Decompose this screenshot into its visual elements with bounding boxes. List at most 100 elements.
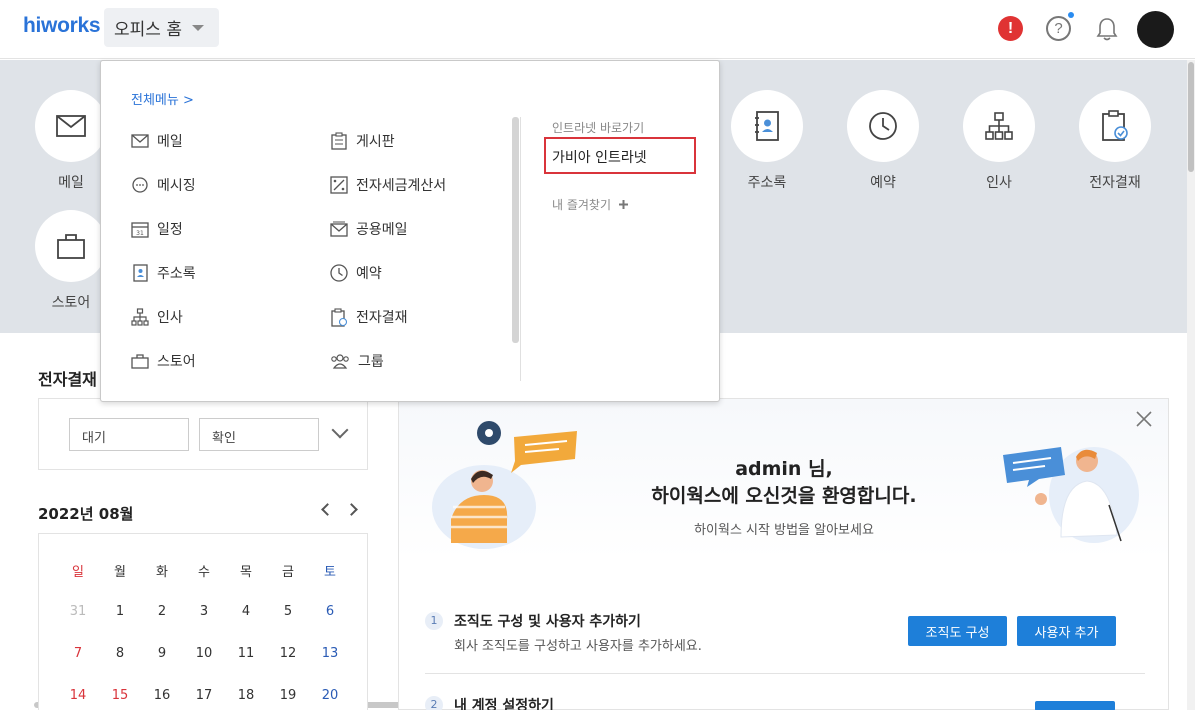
calendar-day[interactable]: 18 [231, 688, 261, 703]
menu-item-label: 메일 [157, 134, 183, 150]
app-label: 인사 [986, 175, 1012, 191]
approval-widget: 대기 확인 [38, 398, 368, 470]
welcome-panel: admin 님, 하이웍스에 오신것을 환영합니다. 하이웍스 시작 방법을 알… [398, 398, 1169, 710]
weekday-tue: 화 [156, 565, 168, 580]
approval-pending-select[interactable]: 대기 [69, 418, 189, 451]
menu-item-label: 그룹 [358, 354, 384, 370]
account-settings-button[interactable] [1035, 701, 1115, 710]
calendar-day[interactable]: 9 [147, 646, 177, 661]
app-label: 예약 [870, 175, 896, 191]
avatar[interactable] [1137, 11, 1174, 48]
menu-item-schedule[interactable]: 31 일정 [131, 219, 183, 239]
menu-item-messaging[interactable]: 메시징 [131, 175, 196, 195]
scrollbar-thumb[interactable] [1188, 62, 1194, 172]
weekday-fri: 금 [282, 565, 294, 580]
calendar-day[interactable]: 31 [63, 604, 93, 619]
man-illustration [1003, 447, 1139, 543]
approval-icon [1079, 90, 1151, 162]
vertical-scrollbar[interactable] [1187, 60, 1195, 710]
calendar-day[interactable]: 4 [231, 604, 261, 619]
plus-icon[interactable] [618, 199, 629, 210]
app-label: 주소록 [747, 175, 787, 191]
menu-item-contacts[interactable]: 주소록 [131, 263, 196, 283]
alert-icon[interactable]: ! [998, 16, 1023, 41]
app-hr[interactable]: 인사 [954, 90, 1044, 192]
shared-mail-icon [330, 221, 348, 237]
menu-item-shared-mail[interactable]: 공용메일 [330, 219, 408, 239]
calendar-day[interactable]: 16 [147, 688, 177, 703]
chevron-down-icon[interactable] [331, 421, 349, 439]
app-reservation[interactable]: 예약 [838, 90, 928, 192]
menu-item-label: 공용메일 [356, 222, 408, 238]
app-contacts[interactable]: 주소록 [722, 90, 812, 192]
menu-item-label: 스토어 [157, 354, 196, 370]
welcome-subtitle: 하이웍스 시작 방법을 알아보세요 [694, 523, 874, 538]
hiworks-logo[interactable]: hiworks [23, 14, 101, 38]
step-number: 2 [425, 696, 443, 710]
mail-icon [35, 90, 107, 162]
chevron-left-icon[interactable] [321, 503, 334, 516]
calendar-day[interactable]: 12 [273, 646, 303, 661]
menu-item-label: 게시판 [356, 134, 395, 150]
contacts-icon [133, 264, 148, 282]
tax-invoice-icon [330, 176, 348, 194]
menu-item-store[interactable]: 스토어 [131, 351, 196, 371]
menu-item-label: 인사 [157, 310, 183, 326]
app-label: 전자결재 [1089, 175, 1141, 191]
chat-icon [132, 177, 148, 193]
calendar-day[interactable]: 3 [189, 604, 219, 619]
calendar-day[interactable]: 14 [63, 688, 93, 703]
calendar-day[interactable]: 6 [315, 604, 345, 619]
weekday-mon: 월 [114, 565, 126, 580]
gabia-intranet-link[interactable]: 가비아 인트라넷 [544, 137, 696, 174]
menu-item-mail[interactable]: 메일 [131, 131, 183, 151]
bell-icon[interactable] [1095, 16, 1121, 42]
calendar-day[interactable]: 8 [105, 646, 135, 661]
help-icon[interactable]: ? [1046, 16, 1071, 41]
calendar-day[interactable]: 20 [315, 688, 345, 703]
calendar-day[interactable]: 1 [105, 604, 135, 619]
chevron-right-icon[interactable] [345, 503, 358, 516]
add-user-button[interactable]: 사용자 추가 [1017, 616, 1116, 646]
calendar-day[interactable]: 17 [189, 688, 219, 703]
menu-item-board[interactable]: 게시판 [330, 131, 395, 151]
menu-item-approval[interactable]: 전자결재 [330, 307, 408, 327]
favorites-label: 내 즐겨찾기 [552, 198, 612, 212]
step-number: 1 [425, 612, 443, 630]
contacts-icon [731, 90, 803, 162]
calendar-day[interactable]: 13 [315, 646, 345, 661]
org-icon [131, 308, 149, 326]
step-description: 회사 조직도를 구성하고 사용자를 추가하세요. [454, 639, 702, 654]
office-home-dropdown[interactable]: 오피스 홈 [104, 8, 219, 47]
menu-item-label: 메시징 [157, 178, 196, 194]
calendar-day[interactable]: 5 [273, 604, 303, 619]
welcome-greeting: admin 님, [735, 458, 833, 480]
calendar-day[interactable]: 10 [189, 646, 219, 661]
org-chart-button[interactable]: 조직도 구성 [908, 616, 1007, 646]
calendar-icon: 31 [131, 222, 149, 238]
all-menu-link[interactable]: 전체메뉴 > [131, 89, 194, 108]
group-icon [331, 354, 349, 369]
menu-item-label: 주소록 [157, 266, 196, 282]
menu-item-hr[interactable]: 인사 [131, 307, 183, 327]
approval-confirm-select[interactable]: 확인 [199, 418, 319, 451]
office-home-label: 오피스 홈 [114, 20, 182, 40]
calendar-day[interactable]: 7 [63, 646, 93, 661]
woman-illustration [432, 421, 577, 549]
calendar-day[interactable]: 15 [105, 688, 135, 703]
menu-item-tax-invoice[interactable]: 전자세금계산서 [330, 175, 446, 195]
clock-icon [847, 90, 919, 162]
calendar-grid: 일 월 화 수 목 금 토 31 1 2 3 4 5 6 7 8 9 10 11… [38, 533, 368, 710]
calendar-day[interactable]: 2 [147, 604, 177, 619]
calendar-title: 2022년 08월 [38, 505, 134, 523]
menu-item-reservation[interactable]: 예약 [330, 263, 382, 283]
app-approval[interactable]: 전자결재 [1070, 90, 1160, 192]
calendar-day[interactable]: 19 [273, 688, 303, 703]
menu-scrollbar[interactable] [512, 117, 519, 343]
calendar-day[interactable]: 11 [231, 646, 261, 661]
weekday-sat: 토 [324, 565, 336, 580]
approval-section-title: 전자결재 [38, 370, 97, 389]
menu-item-group[interactable]: 그룹 [330, 351, 384, 371]
my-favorites[interactable]: 내 즐겨찾기 [552, 196, 629, 213]
menu-item-label: 예약 [356, 266, 382, 282]
